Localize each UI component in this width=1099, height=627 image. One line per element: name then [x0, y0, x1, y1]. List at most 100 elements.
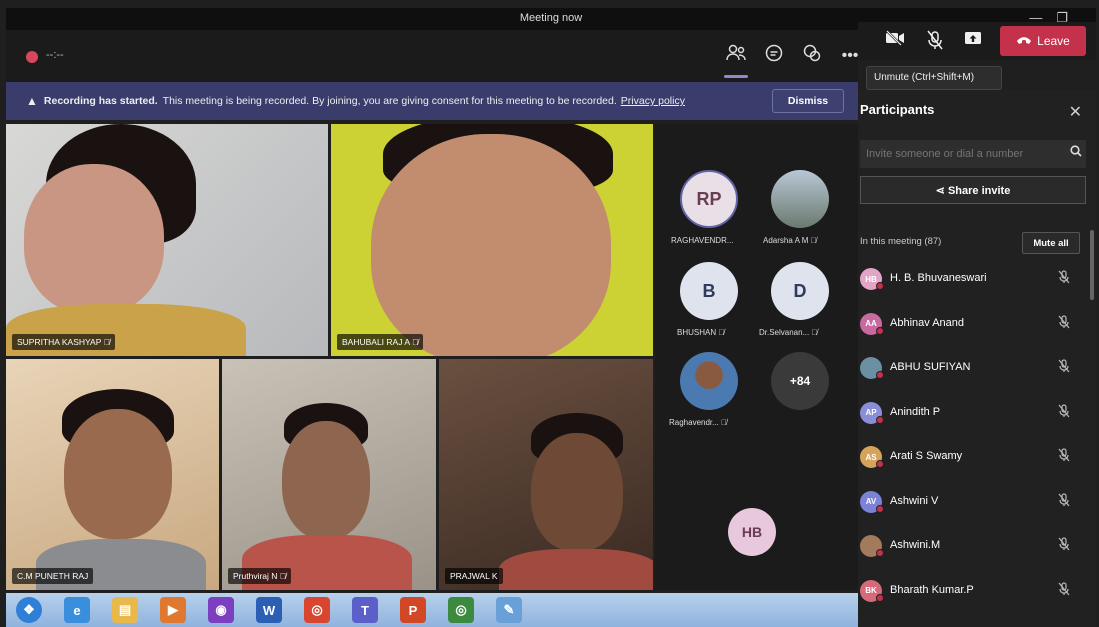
mute-all-button[interactable]: Mute all [1022, 232, 1080, 254]
participant-face [24, 164, 164, 314]
participant-row[interactable]: AA Abhinav Anand [858, 309, 1086, 337]
presence-dot-icon [876, 282, 884, 290]
presence-dot-icon [876, 504, 884, 513]
participant-face [282, 421, 370, 539]
chrome-taskbar-icon[interactable]: ◎ [304, 597, 330, 623]
mic-muted-icon[interactable] [1058, 581, 1070, 599]
video-tile[interactable]: PRAJWAL K [439, 359, 653, 590]
in-meeting-label: In this meeting (87) [860, 236, 942, 247]
more-participants-button[interactable]: +84 [771, 352, 829, 410]
presence-dot-icon [876, 593, 884, 602]
file-explorer-taskbar-icon[interactable]: ▤ [112, 597, 138, 623]
participant-row[interactable]: Ashwini.M [858, 531, 1086, 559]
participant-name: Ashwini V [890, 494, 939, 507]
participant-name: Ashwini.M [890, 539, 941, 551]
avatar[interactable]: D [771, 262, 829, 320]
reactions-icon[interactable] [800, 44, 824, 68]
teams-taskbar-icon[interactable]: T [352, 597, 378, 623]
avatar[interactable] [771, 170, 829, 228]
teams-meeting-window: Meeting now —❐ --:-- ••• Leave Unmute (C… [0, 0, 1099, 627]
warning-icon: ▲ [26, 94, 38, 108]
call-controls: Leave [858, 22, 1096, 60]
participant-face [64, 409, 172, 539]
banner-title: Recording has started. [43, 95, 158, 107]
start-orb-taskbar-icon[interactable]: ❖ [16, 597, 42, 623]
avatar-label: Dr.Selvanan... 🎙̸ [759, 328, 818, 337]
invite-input[interactable] [860, 140, 1086, 168]
pane-title: Participants [860, 102, 935, 117]
participant-name: Anindith P [890, 405, 941, 418]
mic-muted-icon[interactable] [1058, 492, 1070, 510]
participant-name: BAHUBALI RAJ A [342, 337, 410, 347]
powerpoint-taskbar-icon[interactable]: P [400, 597, 426, 623]
participant-name-tag: PRAJWAL K [445, 568, 503, 584]
camera-off-icon[interactable] [884, 30, 906, 52]
participant-face [371, 134, 611, 356]
unmute-tooltip: Unmute (Ctrl+Shift+M) [866, 66, 1002, 90]
meeting-timer: --:-- [46, 49, 64, 61]
participant-name: Raghavendr... [669, 418, 719, 427]
mic-muted-icon: 🎙̸ [279, 571, 287, 581]
share-icon: ⋖ [935, 184, 945, 197]
share-invite-button[interactable]: ⋖ Share invite [860, 176, 1086, 204]
presence-dot-icon [876, 415, 884, 424]
participant-name: Arati S Swamy [890, 450, 963, 462]
avatar-gallery: RP RAGHAVENDR... Adarsha A M 🎙̸ B BHUSHA… [655, 124, 858, 590]
meeting-toolbar: --:-- ••• [6, 30, 858, 82]
recording-banner: ▲ Recording has started. This meeting is… [6, 82, 858, 120]
participant-row[interactable]: BK Bharath Kumar.P [858, 576, 1086, 604]
mic-muted-icon[interactable] [1058, 537, 1070, 554]
media-player-taskbar-icon[interactable]: ▶ [160, 597, 186, 623]
participant-row[interactable]: AP Anindith P [858, 398, 1086, 426]
participant-row[interactable]: ABHU SUFIYAN [858, 353, 1086, 381]
privacy-policy-link[interactable]: Privacy policy [621, 95, 685, 107]
participant-name-tag: SUPRITHA KASHYAP 🎙̸ [12, 334, 115, 350]
mic-muted-icon[interactable] [1058, 270, 1070, 287]
windows-taskbar: ❖ e ▤ ▶ ◉ W ◎ T P ◎ ✎ [6, 593, 858, 627]
participant-name: ABHU SUFIYAN [890, 361, 971, 373]
avatar[interactable] [680, 352, 738, 410]
presence-dot-icon [876, 549, 884, 557]
share-invite-label: Share invite [947, 184, 1011, 197]
recording-indicator-icon [26, 51, 38, 63]
share-tray-icon[interactable] [962, 30, 984, 52]
chrome-2-taskbar-icon[interactable]: ◎ [448, 597, 474, 623]
mic-muted-icon[interactable] [1058, 314, 1070, 332]
search-icon[interactable] [1070, 145, 1082, 160]
avatar[interactable]: RP [680, 170, 738, 228]
participant-name-tag: Pruthviraj N 🎙̸ [228, 568, 292, 584]
video-tile[interactable]: SUPRITHA KASHYAP 🎙̸ [6, 124, 328, 356]
participant-name-tag: BAHUBALI RAJ A 🎙̸ [337, 334, 424, 350]
hangup-icon [1016, 34, 1032, 48]
participant-name-tag: C.M PUNETH RAJ [12, 568, 94, 584]
mic-off-icon[interactable] [924, 30, 946, 52]
video-tile[interactable]: Pruthviraj N 🎙̸ [222, 359, 436, 590]
chat-icon[interactable] [762, 44, 786, 68]
close-icon[interactable]: ✕ [1069, 102, 1082, 122]
avatar-label: Adarsha A M 🎙̸ [763, 236, 817, 245]
mic-muted-icon[interactable] [1058, 359, 1070, 376]
internet-explorer-taskbar-icon[interactable]: e [64, 597, 90, 623]
participant-name: H. B. Bhuvaneswari [890, 272, 987, 284]
participant-row[interactable]: HB H. B. Bhuvaneswari [858, 264, 1086, 292]
scrollbar[interactable] [1090, 230, 1094, 300]
dismiss-button[interactable]: Dismiss [772, 89, 844, 113]
participant-name: SUPRITHA KASHYAP [17, 337, 102, 347]
participant-row[interactable]: AV Ashwini V [858, 487, 1086, 515]
participant-name: Abhinav Anand [890, 316, 965, 329]
avatar-label: BHUSHAN 🎙̸ [677, 328, 725, 337]
word-taskbar-icon[interactable]: W [256, 597, 282, 623]
video-tile[interactable]: BAHUBALI RAJ A 🎙̸ [331, 124, 653, 356]
video-tile[interactable]: C.M PUNETH RAJ [6, 359, 219, 590]
people-icon[interactable] [724, 44, 748, 78]
avatar[interactable]: B [680, 262, 738, 320]
participant-clothing [499, 549, 653, 590]
leave-button[interactable]: Leave [1000, 26, 1086, 56]
mic-muted-icon[interactable] [1058, 448, 1070, 465]
participants-pane: Participants ✕ ⋖ Share invite In this me… [858, 90, 1096, 627]
mic-muted-icon[interactable] [1058, 403, 1070, 421]
paint-taskbar-icon[interactable]: ✎ [496, 597, 522, 623]
participant-row[interactable]: AS Arati S Swamy [858, 442, 1086, 470]
firefox-taskbar-icon[interactable]: ◉ [208, 597, 234, 623]
presence-dot-icon [876, 326, 884, 335]
